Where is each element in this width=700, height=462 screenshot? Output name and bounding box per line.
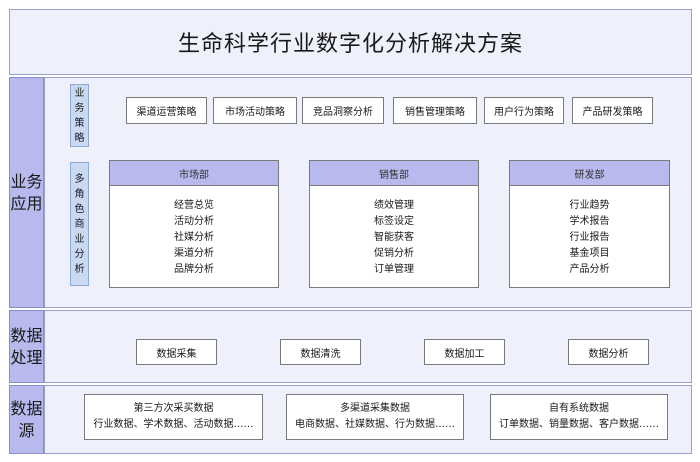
source-name: 自有系统数据 [549,403,609,414]
department-item: 渠道分析 [174,248,214,259]
processing-layer-label: 数据 处理 [9,310,44,383]
department-item: 促销分析 [374,248,414,259]
processing-step: 数据分析 [568,339,649,365]
department-item: 行业报告 [569,232,610,243]
strategy-label-char: 务 [74,102,85,114]
strategy-item: 销售管理策略 [393,97,477,124]
department-title: 市场部 [110,161,278,186]
source-layer-label: 数据源 [9,385,44,454]
analysis-label: 多 角 色 商 业 分 析 [70,162,89,286]
analysis-label-char: 色 [74,203,85,215]
analysis-label-char: 商 [74,218,85,230]
department-title: 研发部 [510,161,669,186]
source-name: 第三方次采买数据 [133,403,214,414]
business-layer-label: 业务 应用 [9,77,44,308]
processing-label-line1: 数据 [10,325,43,345]
analysis-label-char: 角 [74,188,85,200]
strategy-label-char: 业 [74,87,85,99]
department-title: 销售部 [310,161,478,186]
department-item: 绩效管理 [374,200,414,211]
business-label-line1: 业务 [10,171,43,191]
strategy-item: 用户行为策略 [484,97,564,124]
analysis-label-char: 业 [74,233,85,245]
analysis-label-char: 分 [74,248,85,260]
department-item: 社媒分析 [174,232,214,243]
department-item: 智能获客 [374,232,414,243]
department-item-list: 绩效管理 标签设定 智能获客 促销分析 订单管理 [310,198,478,278]
department-item: 行业趋势 [569,200,610,211]
strategy-item: 渠道运营策略 [126,97,207,124]
source-box: 自有系统数据 订单数据、销量数据、客户数据…… [490,394,668,440]
analysis-label-char: 析 [74,263,85,275]
source-detail: 电商数据、社媒数据、行为数据…… [295,419,455,430]
strategy-item: 竞品洞察分析 [302,97,384,124]
source-detail: 行业数据、学术数据、活动数据…… [93,419,254,430]
department-card-rnd: 研发部 行业趋势 学术报告 行业报告 基金项目 产品分析 [509,160,670,288]
processing-label-line2: 处理 [10,347,43,367]
department-item: 产品分析 [569,264,610,275]
strategy-label: 业 务 策 略 [70,84,89,147]
strategy-label-char: 策 [74,117,85,129]
processing-step: 数据清洗 [280,339,361,365]
department-item: 订单管理 [374,264,414,275]
processing-step: 数据采集 [136,339,217,365]
source-box: 多渠道采集数据 电商数据、社媒数据、行为数据…… [286,394,464,440]
department-item-list: 经营总览 活动分析 社媒分析 渠道分析 品牌分析 [110,198,278,278]
department-card-sales: 销售部 绩效管理 标签设定 智能获客 促销分析 订单管理 [309,160,479,288]
department-item: 活动分析 [174,216,214,227]
department-item: 标签设定 [374,216,414,227]
business-label-line2: 应用 [10,193,43,213]
strategy-item: 市场活动策略 [213,97,297,124]
department-item: 基金项目 [569,248,610,259]
strategy-label-char: 略 [74,132,85,144]
department-item: 经营总览 [174,200,214,211]
department-item-list: 行业趋势 学术报告 行业报告 基金项目 产品分析 [510,198,669,278]
analysis-label-char: 多 [74,173,85,185]
department-item: 品牌分析 [174,264,214,275]
source-box: 第三方次采买数据 行业数据、学术数据、活动数据…… [84,394,263,440]
page-title: 生命科学行业数字化分析解决方案 [9,9,692,75]
department-item: 学术报告 [569,216,610,227]
strategy-item: 产品研发策略 [572,97,653,124]
source-label-line1: 数据 [10,398,43,418]
source-detail: 订单数据、销量数据、客户数据…… [499,419,659,430]
source-name: 多渠道采集数据 [340,403,410,414]
source-label-line2: 源 [18,420,35,440]
processing-step: 数据加工 [424,339,505,365]
department-card-marketing: 市场部 经营总览 活动分析 社媒分析 渠道分析 品牌分析 [109,160,279,288]
